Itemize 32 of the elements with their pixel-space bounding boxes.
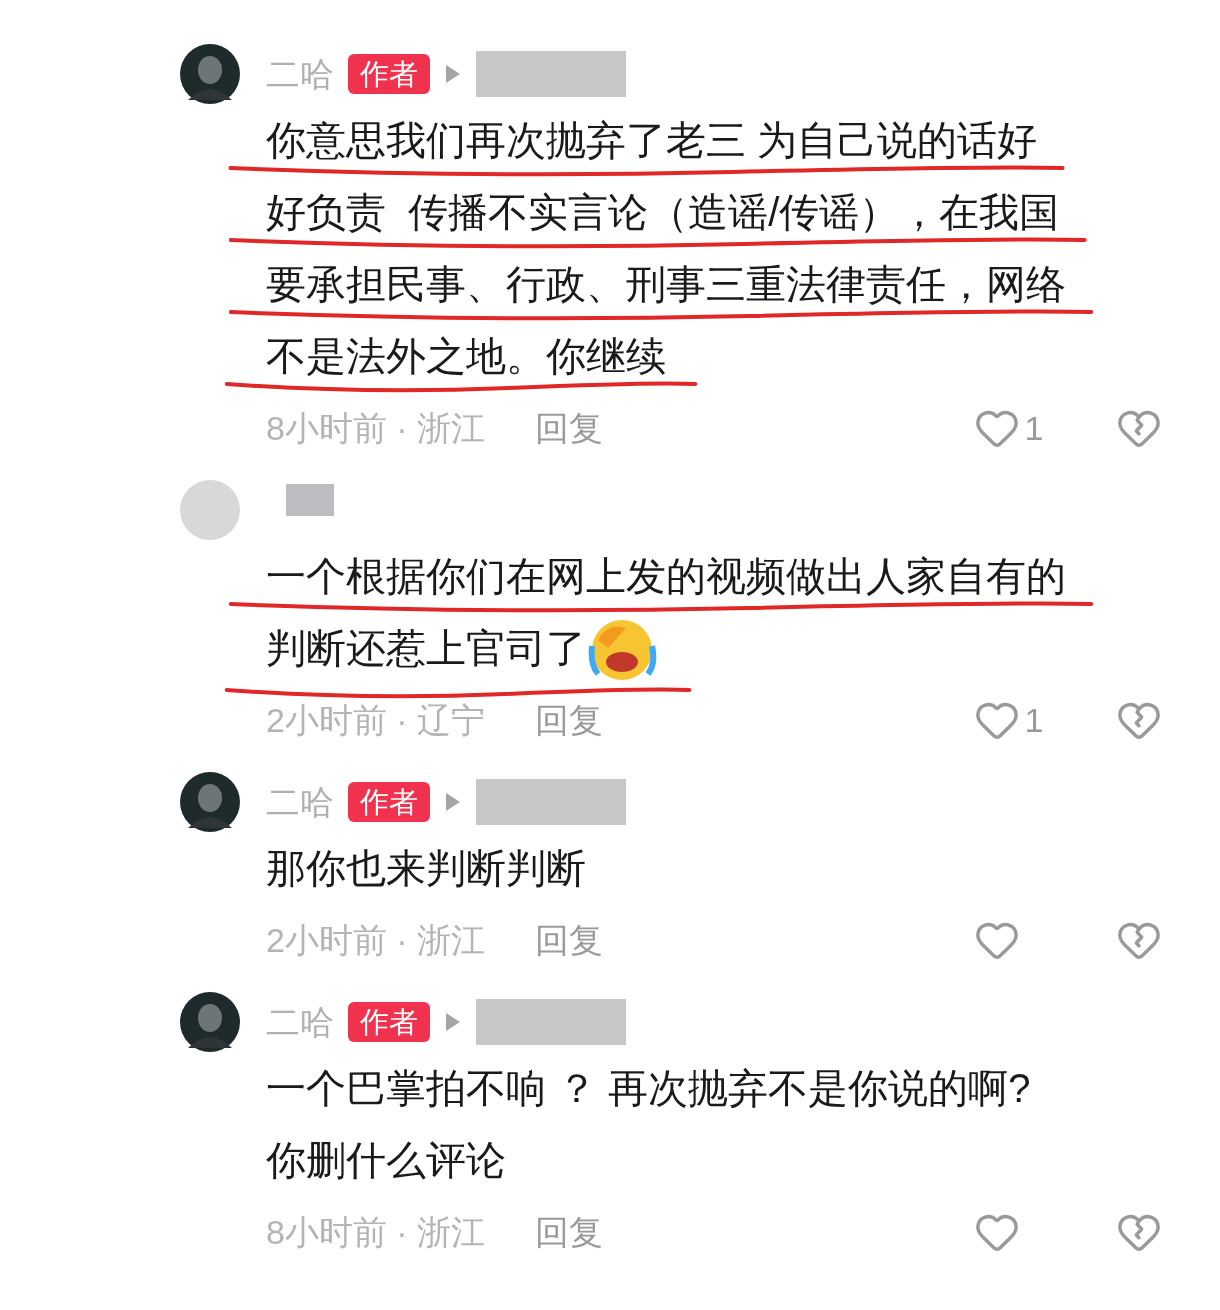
comment-text: 好负责 传播不实言论（造谣/传谣），在我国 xyxy=(266,192,1060,232)
play-icon xyxy=(444,63,462,85)
play-icon xyxy=(444,1011,462,1033)
comment-text: 一个巴掌拍不响 ？ 再次抛弃不是你说的啊? xyxy=(266,1068,1031,1108)
reply-button[interactable]: 回复 xyxy=(535,1206,604,1258)
like-button[interactable]: 1 xyxy=(974,694,1044,746)
author-badge: 作者 xyxy=(348,54,430,94)
comment-meta: 8小时前 · 浙江 xyxy=(266,407,486,449)
avatar[interactable] xyxy=(180,772,240,832)
comment-text: 一个根据你们在网上发的视频做出人家自有的 xyxy=(266,556,1066,596)
avatar[interactable] xyxy=(180,992,240,1052)
comment-meta: 2小时前 · 辽宁 xyxy=(266,699,486,741)
comment-text: 要承担民事、行政、刑事三重法律责任，网络 xyxy=(266,264,1066,304)
author-badge: 作者 xyxy=(348,1002,430,1042)
comment-text: 判断还惹上官司了 xyxy=(266,628,586,668)
reply-button[interactable]: 回复 xyxy=(535,694,604,746)
comment-text: 你删什么评论 xyxy=(266,1140,506,1180)
username[interactable]: 二哈 xyxy=(266,57,334,91)
comment-text: 你意思我们再次抛弃了老三 为自己说的话好 xyxy=(266,120,1038,160)
like-button[interactable]: 1 xyxy=(974,402,1044,454)
reply-button[interactable]: 回复 xyxy=(535,914,604,966)
play-icon xyxy=(444,791,462,813)
username[interactable]: 二哈 xyxy=(266,1005,334,1039)
comment-text: 不是法外之地。你继续 xyxy=(266,336,666,376)
hidden-username xyxy=(286,484,334,516)
comment-meta: 8小时前 · 浙江 xyxy=(266,1211,486,1253)
comment-text: 那你也来判断判断 xyxy=(266,848,586,888)
author-badge: 作者 xyxy=(348,782,430,822)
reply-button[interactable]: 回复 xyxy=(535,402,604,454)
avatar[interactable] xyxy=(180,44,240,104)
comment-meta: 2小时前 · 浙江 xyxy=(266,919,486,961)
username[interactable]: 二哈 xyxy=(266,785,334,819)
